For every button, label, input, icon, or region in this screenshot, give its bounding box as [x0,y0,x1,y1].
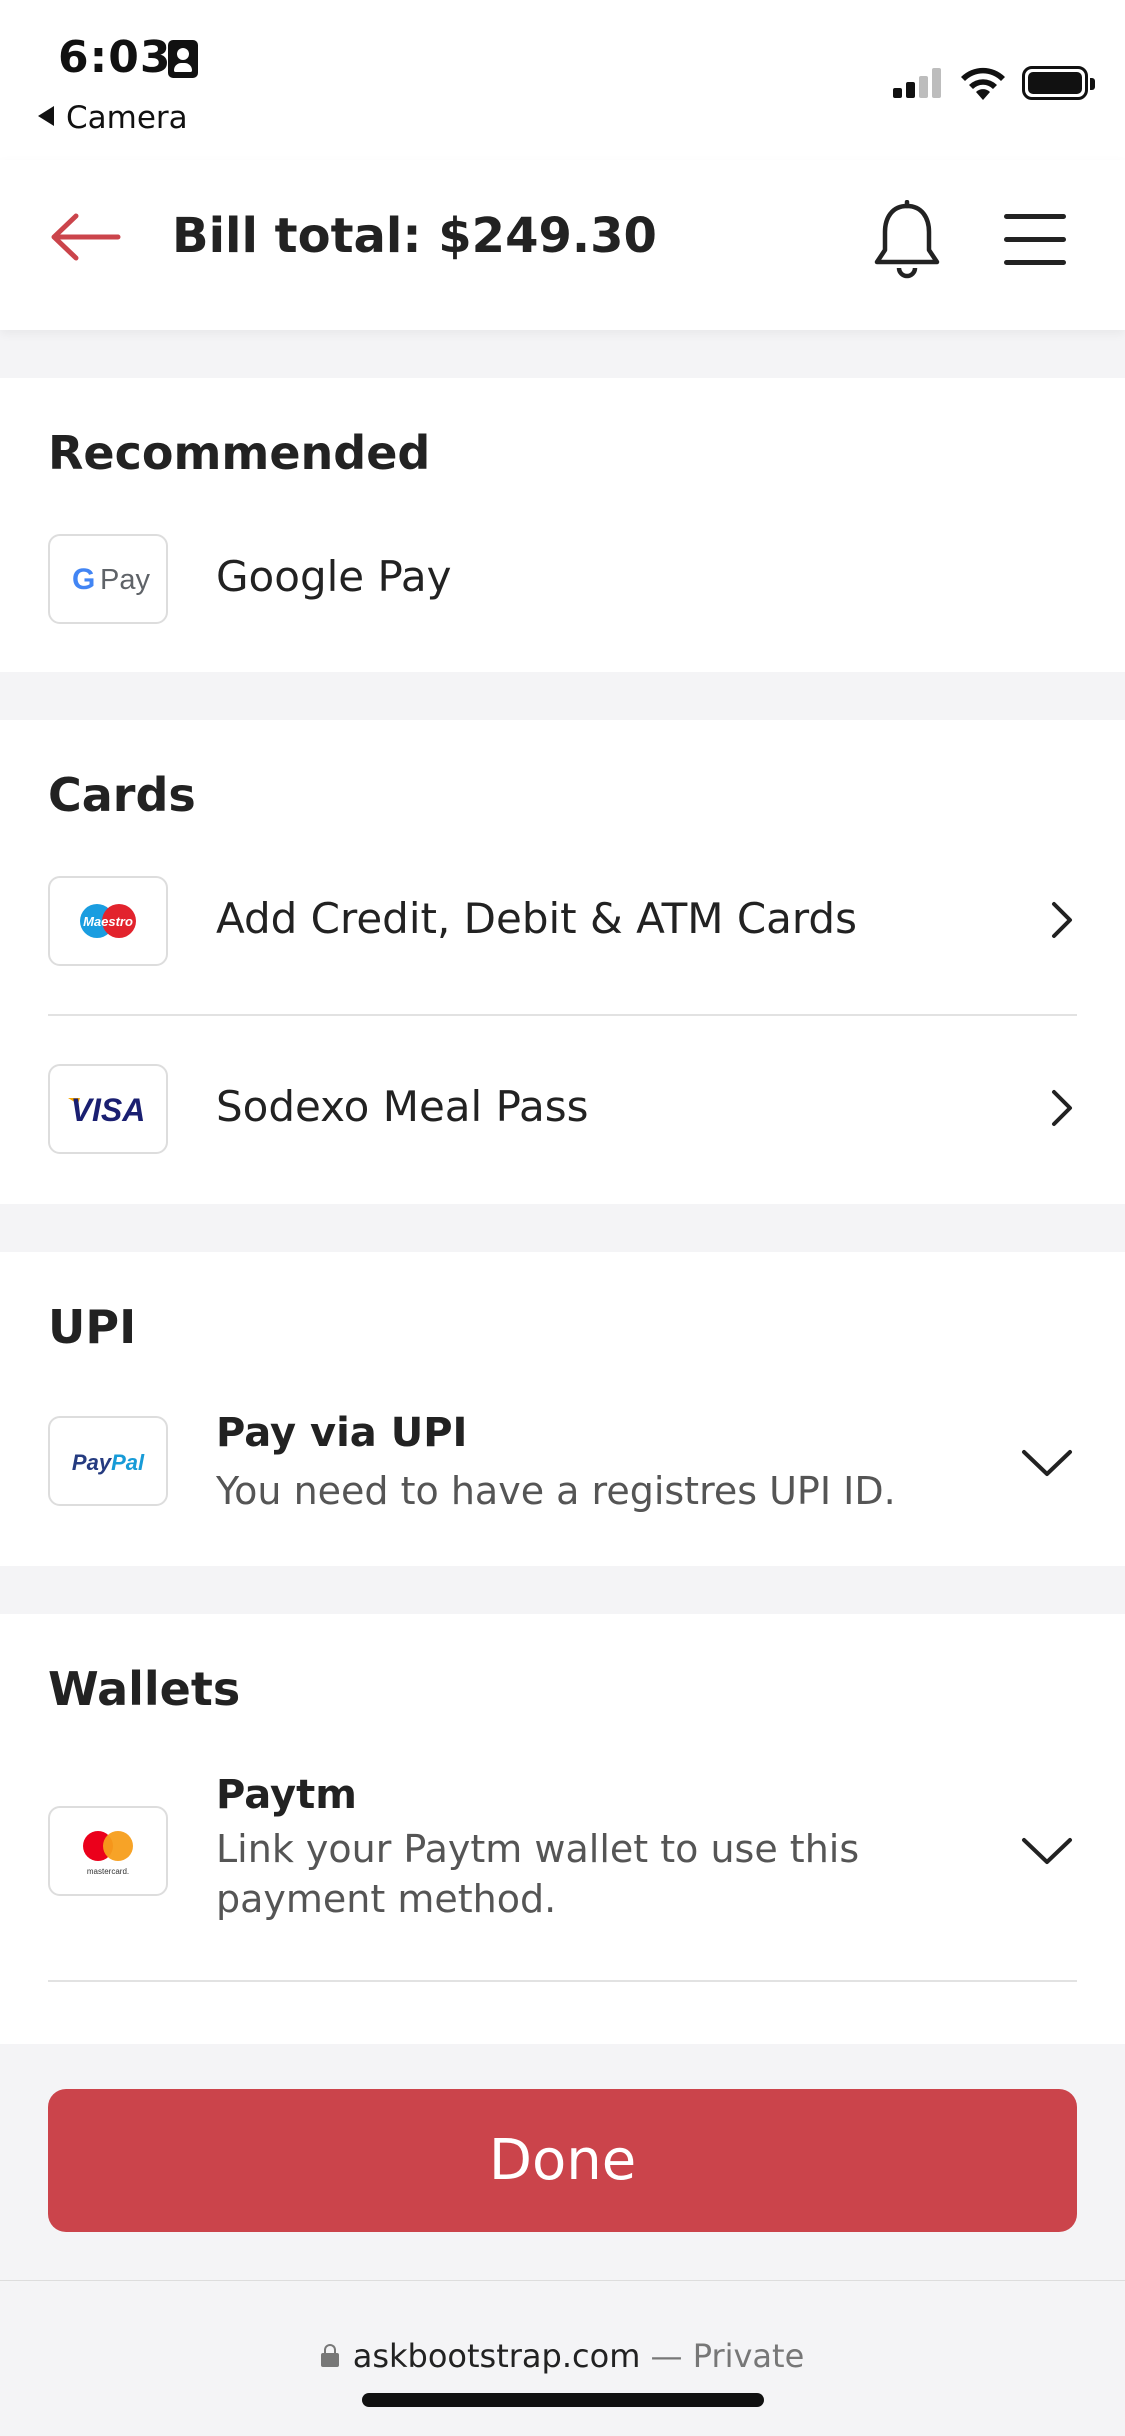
back-to-app-link[interactable]: Camera [38,100,188,136]
svg-text:G: G [72,563,95,596]
payment-option-title: Paytm [216,1772,357,1818]
section-cards: Cards Maestro Add Credit, Debit & ATM Ca… [0,720,1125,1204]
payment-option-subtitle: Link your Paytm wallet to use this payme… [216,1827,860,1921]
bell-icon[interactable] [872,200,942,280]
back-app-label: Camera [66,100,188,136]
payment-option-sodexo[interactable]: VISA Sodexo Meal Pass [0,1060,1125,1184]
visa-logo-icon: VISA [48,1064,168,1154]
chevron-right-icon [1052,902,1072,938]
back-arrow-icon[interactable] [48,212,122,262]
google-pay-logo-icon: G Pay [48,534,168,624]
private-label: — Private [650,2337,805,2375]
home-indicator[interactable] [362,2393,764,2407]
app-header: Bill total: $249.30 [0,160,1125,330]
payment-option-paytm[interactable]: mastercard. Paytm Link your Paytm wallet… [0,1764,1125,1944]
payment-option-title: Pay via UPI [216,1410,468,1456]
svg-text:PayPal: PayPal [72,1450,145,1475]
svg-text:VISA: VISA [71,1092,146,1128]
page-title: Bill total: $249.30 [172,208,657,264]
battery-icon [1022,66,1095,100]
payment-option-label: Google Pay [216,552,452,601]
maestro-logo-icon: Maestro [48,876,168,966]
status-bar: 6:03 Camera [0,0,1125,160]
payment-option-subtitle: You need to have a registres UPI ID. [216,1469,896,1513]
svg-text:Pay: Pay [100,564,150,596]
browser-address-bar[interactable]: askbootstrap.com — Private [0,2280,1125,2436]
paypal-logo-icon: PayPal [48,1416,168,1506]
back-triangle-icon [38,106,54,126]
contact-card-icon [168,40,198,78]
hamburger-menu-icon[interactable] [1004,214,1066,266]
divider [48,1014,1077,1016]
cellular-signal-icon [893,68,943,98]
section-recommended: Recommended G Pay Google Pay [0,378,1125,672]
section-wallets: Wallets mastercard. Paytm Link your Payt… [0,1614,1125,2044]
wifi-icon [961,67,1005,100]
url-display[interactable]: askbootstrap.com — Private [0,2337,1125,2375]
section-title-recommended: Recommended [48,426,431,480]
payment-option-upi[interactable]: PayPal Pay via UPI You need to have a re… [0,1402,1125,1542]
chevron-right-icon [1052,1090,1072,1126]
lock-icon [320,2344,339,2367]
payment-option-label: Add Credit, Debit & ATM Cards [216,894,857,943]
section-title-cards: Cards [48,768,196,822]
payment-option-add-card[interactable]: Maestro Add Credit, Debit & ATM Cards [0,870,1125,1010]
url-domain: askbootstrap.com [352,2337,641,2375]
section-title-upi: UPI [48,1300,137,1354]
chevron-down-icon[interactable] [1020,1448,1074,1478]
section-title-wallets: Wallets [48,1662,241,1716]
mastercard-logo-icon: mastercard. [48,1806,168,1896]
done-button[interactable]: Done [48,2089,1077,2232]
chevron-down-icon[interactable] [1020,1836,1074,1866]
svg-text:mastercard.: mastercard. [87,1867,129,1876]
divider [48,1980,1077,1982]
svg-text:Maestro: Maestro [83,914,133,929]
payment-option-label: Sodexo Meal Pass [216,1082,589,1131]
payment-option-google-pay[interactable]: G Pay Google Pay [0,528,1125,652]
status-time: 6:03 [58,32,172,83]
section-upi: UPI PayPal Pay via UPI You need to have … [0,1252,1125,1566]
